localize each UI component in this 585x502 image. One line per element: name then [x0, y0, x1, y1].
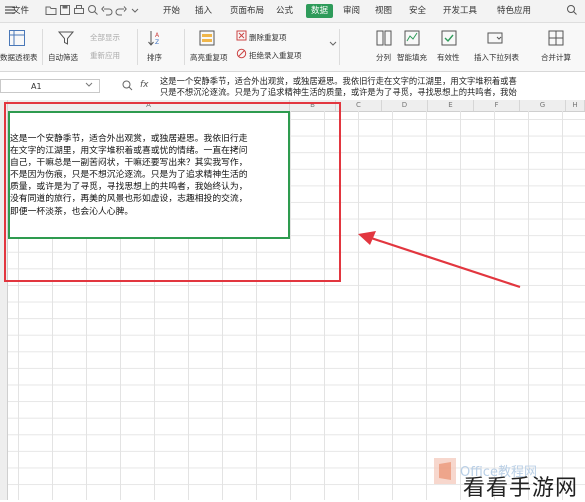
menu-formula[interactable]: 公式: [276, 4, 293, 18]
split-columns-icon[interactable]: [375, 29, 393, 47]
chevron-down-icon[interactable]: [85, 82, 93, 88]
formula-line: 这是一个安静季节，适合外出观赏，或独居避思。我依旧行走在文字的江湖里，用文字堆积…: [160, 76, 517, 86]
save-icon[interactable]: [58, 3, 72, 17]
cell-reference: A1: [31, 82, 42, 91]
validity-icon[interactable]: [440, 29, 458, 47]
sort-button[interactable]: 排序: [147, 52, 162, 63]
formula-bar: A1 fx 这是一个安静季节，适合外出观赏，或独居避思。我依旧行走在文字的江湖里…: [0, 72, 585, 101]
split-button[interactable]: 分列: [376, 52, 391, 63]
svg-text:A: A: [155, 32, 160, 39]
dropdown-list-icon[interactable]: [486, 29, 504, 47]
reject-duplicates-button[interactable]: 拒绝录入重复项: [249, 50, 302, 61]
consolidate-icon[interactable]: [547, 29, 565, 47]
ribbon-separator: [42, 29, 43, 65]
menu-security[interactable]: 安全: [409, 4, 426, 18]
highlight-duplicates-icon[interactable]: [198, 29, 216, 47]
delete-duplicates-icon: [236, 30, 247, 41]
annotation-highlight-frame: [4, 102, 341, 282]
redo-icon[interactable]: [114, 3, 128, 17]
chevron-down-icon[interactable]: [329, 41, 337, 47]
column-header[interactable]: D: [382, 100, 428, 111]
smart-fill-button[interactable]: 智能填充: [397, 52, 427, 63]
ribbon-separator: [339, 29, 340, 65]
search-icon[interactable]: [565, 3, 579, 17]
smart-fill-icon[interactable]: [403, 29, 421, 47]
undo-icon[interactable]: [100, 3, 114, 17]
column-header[interactable]: C: [336, 100, 382, 111]
dropdown-arrow-icon[interactable]: [128, 3, 142, 17]
formula-line: 只是不想沉沦逐流。只是为了追求精神生活的质量，或许是为了寻觅，寻找思想上的共鸣者…: [160, 87, 517, 97]
menu-page-layout[interactable]: 页面布局: [230, 4, 264, 18]
filter-icon[interactable]: [57, 29, 75, 47]
print-preview-icon[interactable]: [86, 3, 100, 17]
ribbon-separator: [184, 29, 185, 65]
menu-review[interactable]: 审阅: [343, 4, 360, 18]
zoom-icon[interactable]: [121, 79, 134, 92]
reject-duplicates-icon: [236, 48, 247, 59]
menu-view[interactable]: 视图: [375, 4, 392, 18]
column-header[interactable]: F: [474, 100, 520, 111]
ribbon-separator: [137, 29, 138, 65]
menu-bar: 文件 开始 插入 页面布局 公式 数据 审阅 视图 安全 开发工具 特色应用: [0, 0, 585, 23]
delete-duplicates-button[interactable]: 删除重复项: [249, 32, 287, 43]
column-header[interactable]: G: [520, 100, 566, 111]
annotation-arrow: [358, 231, 521, 289]
insert-dropdown-button[interactable]: 插入下拉列表: [474, 52, 519, 63]
pivot-table-icon[interactable]: [8, 29, 26, 47]
ribbon-toolbar: 数据透视表 自动筛选 全部显示 重新应用 AZ 排序 高亮重复项 删除重复项 拒…: [0, 23, 585, 72]
validity-button[interactable]: 有效性: [437, 52, 460, 63]
open-folder-icon[interactable]: [44, 3, 58, 17]
menu-start[interactable]: 开始: [163, 4, 180, 18]
site-watermark-text: 看看手游网: [463, 476, 579, 501]
sort-icon[interactable]: AZ: [147, 29, 163, 47]
fx-button[interactable]: fx: [140, 80, 149, 90]
highlight-duplicates-button[interactable]: 高亮重复项: [190, 52, 228, 63]
menu-data[interactable]: 数据: [306, 4, 334, 18]
reapply-button[interactable]: 重新应用: [90, 50, 120, 61]
pivot-table-button[interactable]: 数据透视表: [0, 52, 38, 63]
column-header[interactable]: H: [566, 100, 585, 111]
autofilter-button[interactable]: 自动筛选: [48, 52, 78, 63]
svg-text:Z: Z: [155, 39, 159, 46]
column-header[interactable]: E: [428, 100, 474, 111]
formula-content[interactable]: 这是一个安静季节，适合外出观赏，或独居避思。我依旧行走在文字的江湖里，用文字堆积…: [160, 76, 585, 98]
show-all-button[interactable]: 全部显示: [90, 32, 120, 43]
print-icon[interactable]: [72, 3, 86, 17]
menu-special[interactable]: 特色应用: [497, 4, 531, 18]
consolidate-button[interactable]: 合并计算: [541, 52, 571, 63]
menu-developer[interactable]: 开发工具: [443, 4, 477, 18]
menu-insert[interactable]: 插入: [195, 4, 212, 18]
menu-file[interactable]: 文件: [12, 4, 29, 18]
